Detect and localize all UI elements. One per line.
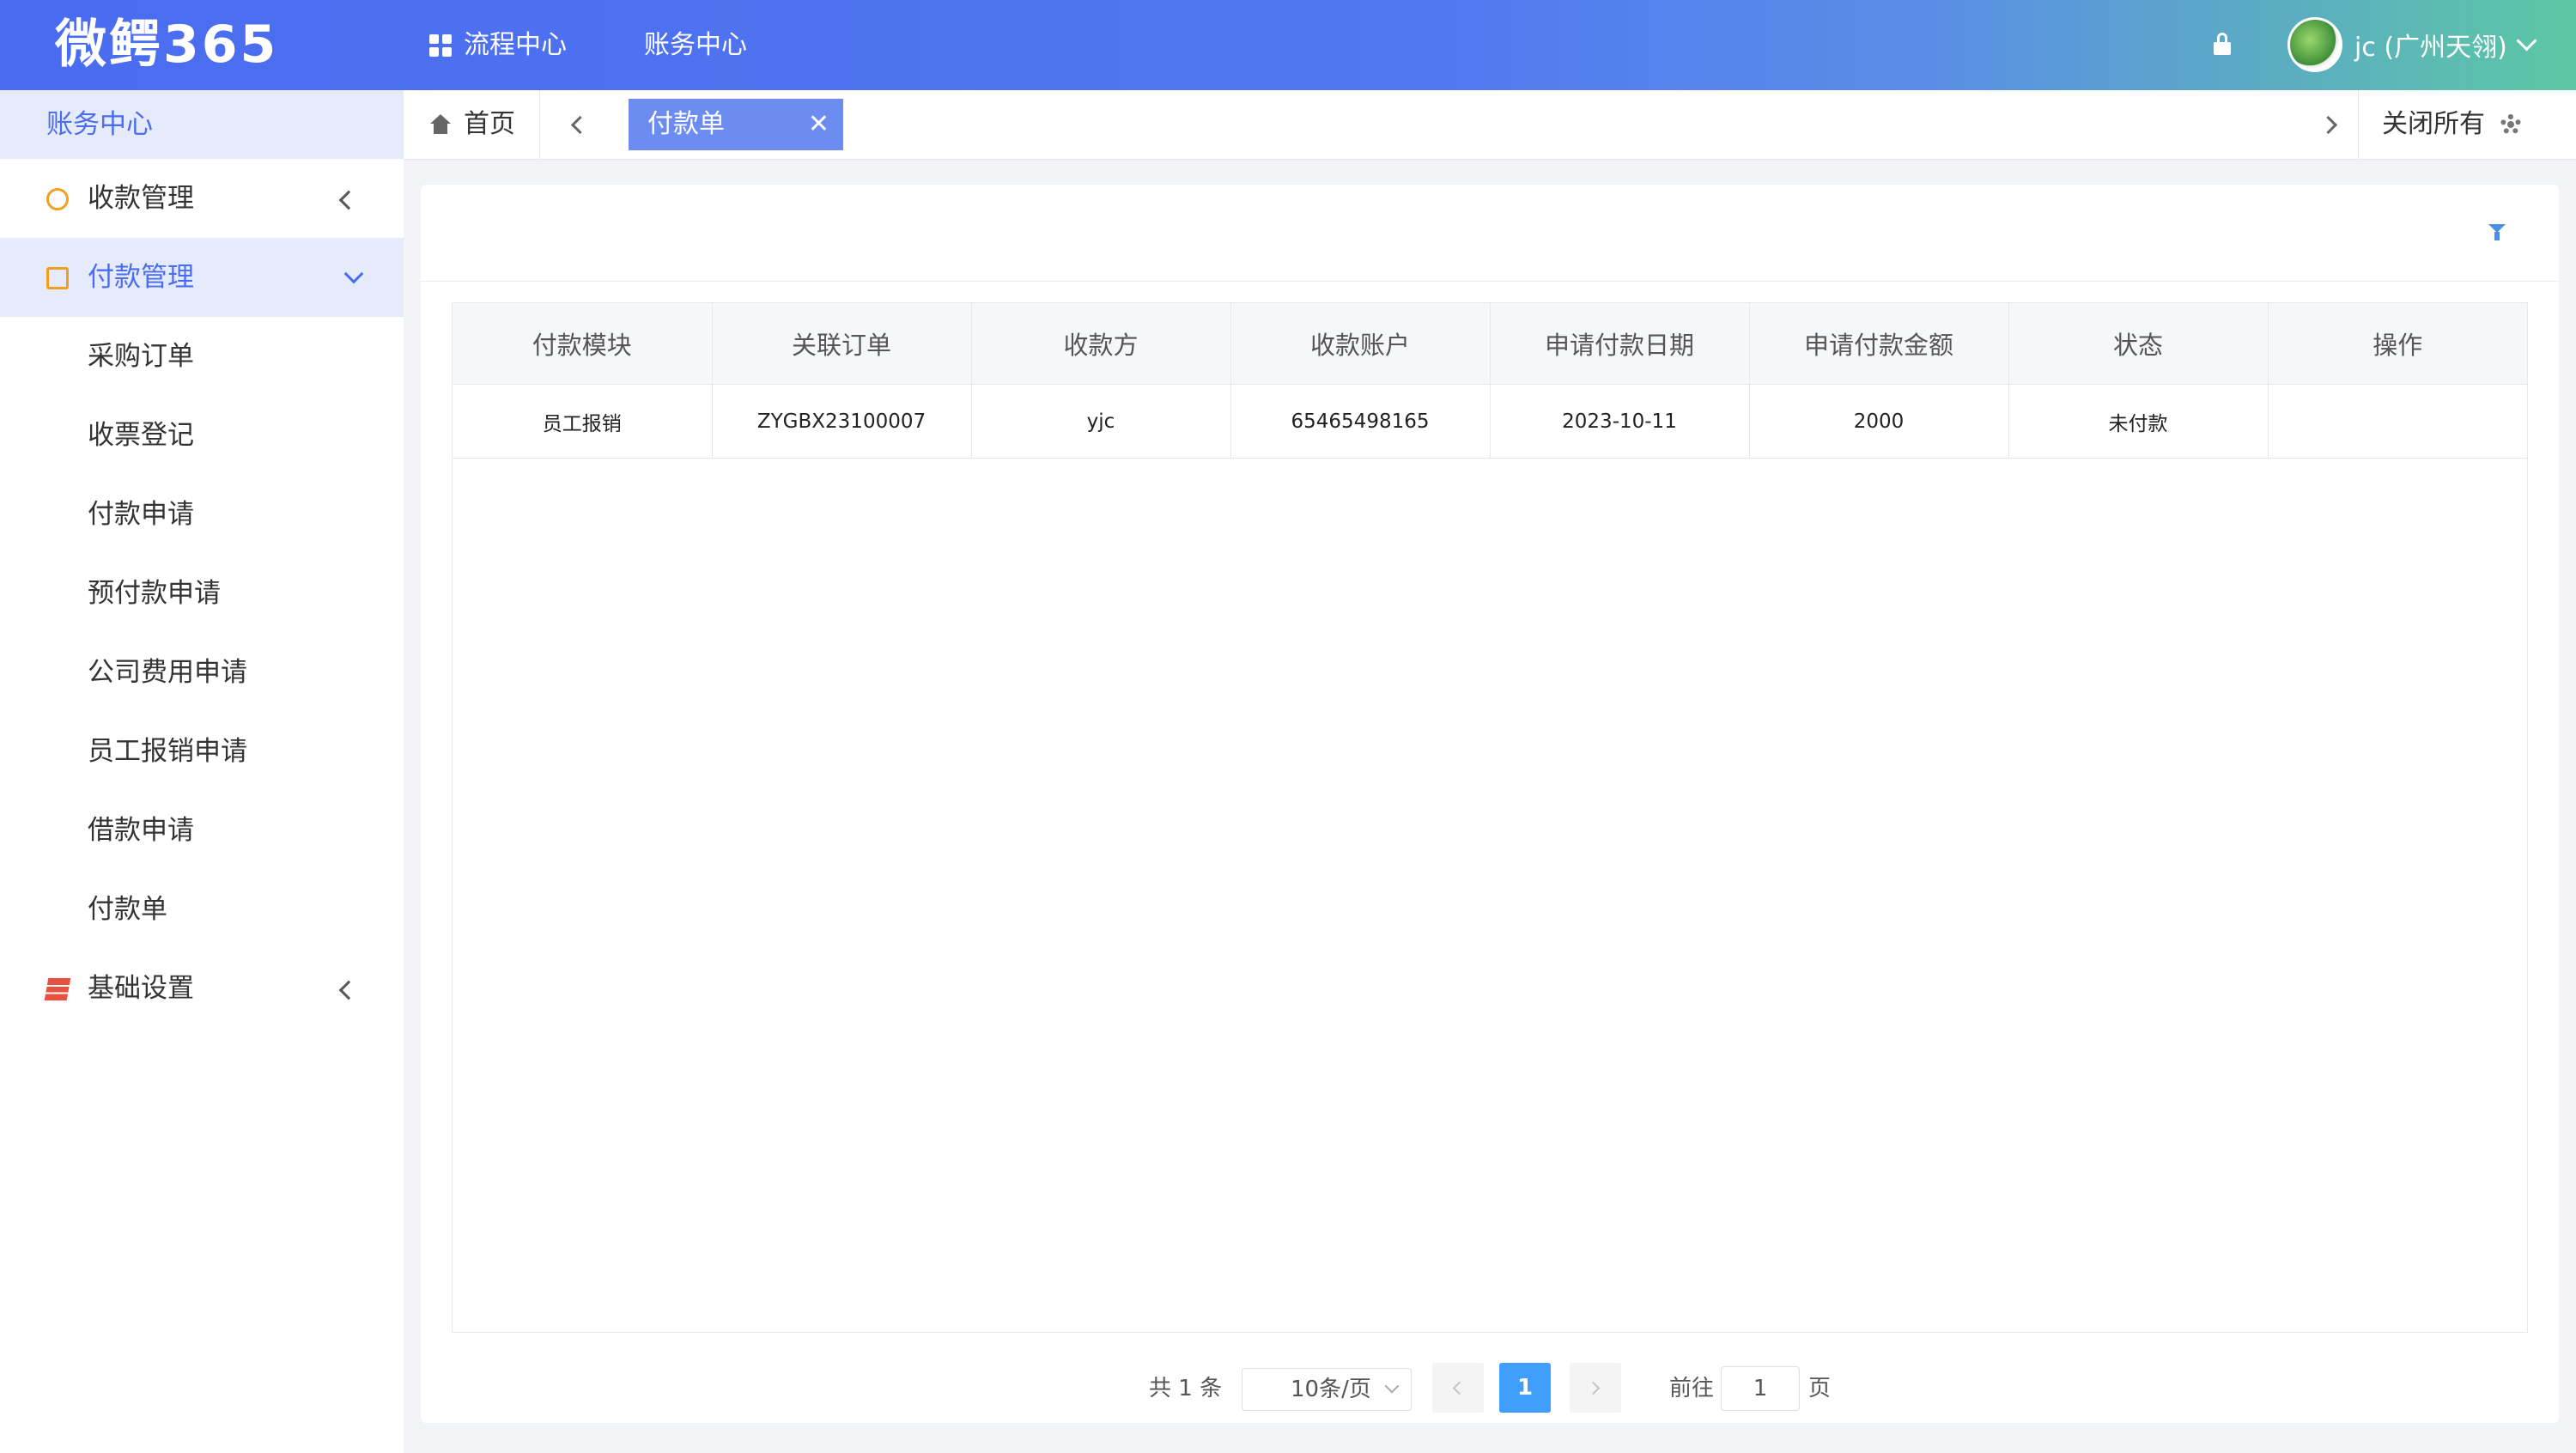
goto-suffix: 页: [1808, 1376, 1832, 1401]
pagination: 共 1 条 10条/页 1 前往 页: [421, 1363, 2559, 1414]
tab-label: 付款单: [647, 109, 725, 139]
top-header: 微鳄365 流程中心 账务中心 jc (广州天翎): [0, 0, 2576, 90]
data-table: 付款模块 关联订单 收款方 收款账户 申请付款日期 申请付款金额 状态 操作 员…: [452, 302, 2528, 1333]
goto-label: 前往: [1669, 1376, 1715, 1401]
column-header: 申请付款金额: [1749, 303, 2009, 385]
tab-bar: 首页 付款单 ✕ 关闭所有: [404, 90, 2576, 160]
column-header: 收款账户: [1230, 303, 1491, 385]
pagination-total: 共 1 条: [1149, 1376, 1223, 1401]
tab-scroll-left-button[interactable]: [558, 106, 596, 143]
card-toolbar: [421, 185, 2559, 282]
tab-home[interactable]: 首页: [429, 90, 515, 159]
sidebar-item-payables[interactable]: 付款管理: [0, 238, 404, 317]
top-nav: 流程中心 账务中心: [429, 0, 824, 90]
prev-page-button[interactable]: [1432, 1363, 1484, 1413]
sidebar-subitem-employee-reimbursement[interactable]: 员工报销申请: [0, 712, 404, 791]
close-all-tabs-button[interactable]: 关闭所有: [2382, 90, 2485, 159]
sidebar-subitem-prepayment-request[interactable]: 预付款申请: [0, 554, 404, 633]
sidebar-item-label: 基础设置: [88, 973, 194, 1004]
close-icon[interactable]: ✕: [808, 99, 829, 150]
grid-icon: [429, 33, 452, 57]
page-size-select[interactable]: 10条/页: [1242, 1368, 1412, 1411]
clock-icon: [46, 188, 69, 210]
column-header: 关联订单: [712, 303, 972, 385]
status-cell: 未付款: [2008, 384, 2269, 459]
home-icon: [429, 114, 452, 135]
chevron-right-icon: [2318, 115, 2338, 135]
table-cell: 2000: [1749, 384, 2009, 459]
nav-finance-center[interactable]: 账务中心: [644, 0, 747, 90]
sidebar: 账务中心 收款管理 付款管理 采购订单 收票登记 付款申请 预付款申请 公司费用…: [0, 90, 404, 1453]
table-row[interactable]: 员工报销 ZYGBX23100007 yjc 65465498165 2023-…: [453, 384, 2527, 459]
column-header: 付款模块: [453, 303, 713, 385]
tab-label: 首页: [464, 109, 515, 139]
next-page-button[interactable]: [1570, 1363, 1621, 1413]
user-menu[interactable]: jc (广州天翎): [2287, 15, 2537, 74]
table-cell: 员工报销: [453, 384, 713, 459]
chevron-down-icon: [1384, 1378, 1400, 1394]
sidebar-item-label: 收款管理: [88, 183, 194, 214]
table-cell: ZYGBX23100007: [712, 384, 972, 459]
column-header: 状态: [2008, 303, 2269, 385]
sidebar-subitem-company-expense[interactable]: 公司费用申请: [0, 633, 404, 712]
tab-payment-slip[interactable]: 付款单 ✕: [629, 99, 843, 150]
table-cell: 65465498165: [1230, 384, 1491, 459]
layers-icon: [44, 978, 71, 1000]
user-name: jc (广州天翎): [2354, 33, 2507, 63]
chevron-right-icon: [1586, 1381, 1601, 1395]
table-cell: 2023-10-11: [1490, 384, 1750, 459]
divider: [2358, 90, 2359, 159]
filter-icon[interactable]: [2488, 224, 2506, 241]
chevron-left-icon: [338, 980, 359, 1000]
app-logo[interactable]: 微鳄365: [55, 12, 278, 77]
sidebar-item-basic-settings[interactable]: 基础设置: [0, 949, 404, 1028]
sidebar-item-receivables[interactable]: 收款管理: [0, 159, 404, 238]
sidebar-subitem-purchase-order[interactable]: 采购订单: [0, 317, 404, 396]
chevron-down-icon: [343, 264, 364, 284]
table-header-row: 付款模块 关联订单 收款方 收款账户 申请付款日期 申请付款金额 状态 操作: [453, 303, 2527, 385]
tab-scroll-right-button[interactable]: [2313, 106, 2351, 143]
chevron-left-icon: [570, 115, 590, 135]
chevron-left-icon: [1452, 1381, 1467, 1395]
column-header: 申请付款日期: [1490, 303, 1750, 385]
column-header: 收款方: [971, 303, 1231, 385]
sidebar-subitem-invoice-register[interactable]: 收票登记: [0, 396, 404, 475]
chevron-down-icon: [2516, 29, 2537, 52]
page-size-value: 10条/页: [1291, 1377, 1371, 1402]
column-header: 操作: [2268, 303, 2527, 385]
avatar: [2287, 17, 2342, 72]
page-number-current[interactable]: 1: [1499, 1363, 1551, 1413]
sidebar-subitem-payment-slip[interactable]: 付款单: [0, 870, 404, 949]
clipboard-icon: [46, 267, 69, 289]
gear-icon[interactable]: [2500, 114, 2521, 135]
lock-icon[interactable]: [2214, 33, 2231, 55]
chevron-left-icon: [338, 190, 359, 210]
nav-label: 流程中心: [464, 30, 567, 60]
sidebar-item-label: 付款管理: [88, 262, 194, 293]
divider: [539, 90, 540, 159]
sidebar-subitem-payment-request[interactable]: 付款申请: [0, 475, 404, 554]
nav-workflow-center[interactable]: 流程中心: [429, 0, 567, 90]
sidebar-subitem-loan-request[interactable]: 借款申请: [0, 791, 404, 870]
goto-page-input[interactable]: [1721, 1366, 1800, 1411]
content-card: 付款模块 关联订单 收款方 收款账户 申请付款日期 申请付款金额 状态 操作 员…: [421, 185, 2559, 1423]
table-cell: yjc: [971, 384, 1231, 459]
sidebar-title: 账务中心: [0, 90, 404, 159]
nav-label: 账务中心: [644, 30, 747, 60]
actions-cell: [2268, 384, 2527, 459]
